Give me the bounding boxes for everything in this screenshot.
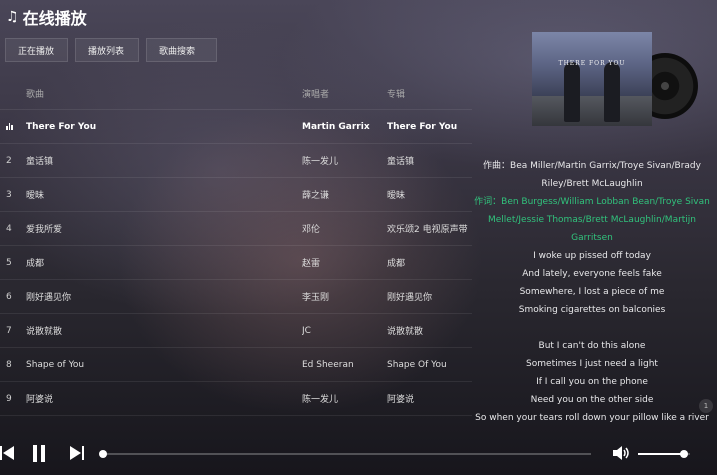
song-title: 童话镇	[26, 157, 54, 167]
album-art-text: THERE FOR YOU	[558, 60, 626, 67]
song-title: There For You	[26, 121, 97, 132]
lyric-line: Somewhere, I lost a piece of me	[519, 287, 665, 297]
row-index: 9	[6, 393, 12, 404]
song-row[interactable]: 5 成都 赵雷 成都	[0, 246, 472, 280]
volume-slider[interactable]	[638, 450, 690, 458]
lyric-line: Sometimes I just need a light	[526, 359, 658, 369]
song-row[interactable]: 6 刚好遇见你 李玉刚 刚好遇见你	[0, 280, 472, 314]
row-index: 3	[6, 189, 12, 200]
skip-next-icon[interactable]	[70, 445, 84, 461]
song-album: 阿婆说	[387, 395, 415, 405]
song-artist: JC	[302, 325, 311, 336]
pause-icon[interactable]	[32, 445, 46, 462]
music-note-icon: ♫	[6, 9, 19, 25]
song-artist: 邓伦	[302, 225, 321, 235]
volume-icon[interactable]	[613, 445, 631, 461]
song-row[interactable]: 7 说散就散 JC 说散就散	[0, 314, 472, 348]
row-index: 7	[6, 325, 12, 336]
player-controls	[0, 440, 717, 468]
album-cover: THERE FOR YOU	[532, 32, 698, 126]
lyric-line: But I can't do this alone	[538, 341, 646, 351]
song-title: 暧昧	[26, 191, 45, 201]
tab-song-search[interactable]: 歌曲搜索	[146, 38, 217, 62]
song-list: 歌曲 演唱者 专辑 There For You Martin Garrix Ther…	[0, 77, 472, 416]
app-title-text: 在线播放	[22, 9, 87, 28]
song-title: 阿婆说	[26, 395, 54, 405]
lyric-line: Need you on the other side	[530, 395, 654, 405]
row-index: 4	[6, 223, 12, 234]
song-album: 成都	[387, 259, 406, 269]
song-title: Shape of You	[26, 359, 85, 370]
lyrics-panel: 作曲：Bea Miller/Martin Garrix/Troye Sivan/…	[470, 157, 714, 427]
progress-bar[interactable]	[99, 450, 591, 458]
lyric-lyricist: 作词：Ben Burgess/William Lobban Bean/Troye…	[474, 197, 710, 243]
song-row[interactable]: 8 Shape of You Ed Sheeran Shape Of You	[0, 348, 472, 382]
lyrics-scroll-badge[interactable]: 1	[699, 399, 713, 413]
lyric-line: If I call you on the phone	[536, 377, 648, 387]
song-title: 爱我所爱	[26, 225, 63, 235]
row-index: 5	[6, 257, 12, 268]
song-artist: 赵雷	[302, 259, 321, 269]
now-playing-icon	[6, 110, 22, 143]
song-row[interactable]: 4 爱我所爱 邓伦 欢乐颂2 电视原声带	[0, 212, 472, 246]
tab-playlist[interactable]: 播放列表	[75, 38, 139, 62]
lyric-composer: 作曲：Bea Miller/Martin Garrix/Troye Sivan/…	[483, 161, 701, 189]
song-artist: Martin Garrix	[302, 121, 370, 132]
song-album: 刚好遇见你	[387, 293, 433, 303]
song-row[interactable]: 2 童话镇 陈一发儿 童话镇	[0, 144, 472, 178]
song-title: 成都	[26, 259, 45, 269]
tab-now-playing[interactable]: 正在播放	[5, 38, 68, 62]
header-song: 歌曲	[26, 89, 45, 100]
song-row[interactable]: There For You Martin Garrix There For You	[0, 110, 472, 144]
skip-previous-icon[interactable]	[0, 445, 14, 461]
song-title: 刚好遇见你	[26, 293, 72, 303]
song-artist: 陈一发儿	[302, 395, 339, 405]
volume-handle[interactable]	[679, 450, 688, 458]
song-artist: Ed Sheeran	[302, 359, 354, 370]
lyric-line: And lately, everyone feels fake	[522, 269, 662, 279]
song-album: 说散就散	[387, 327, 424, 337]
song-artist: 薛之谦	[302, 191, 330, 201]
tab-bar: 正在播放 播放列表 歌曲搜索	[5, 38, 217, 62]
row-index: 2	[6, 155, 12, 166]
song-album: 童话镇	[387, 157, 415, 167]
song-album: 欢乐颂2 电视原声带	[387, 225, 468, 235]
lyric-line: So when your tears roll down your pillow…	[475, 413, 709, 423]
song-title: 说散就散	[26, 327, 63, 337]
song-artist: 陈一发儿	[302, 157, 339, 167]
song-row[interactable]: 3 暧昧 薛之谦 暧昧	[0, 178, 472, 212]
song-album: 暧昧	[387, 191, 406, 201]
song-album: There For You	[387, 121, 458, 132]
lyric-line: I woke up pissed off today	[533, 251, 651, 261]
song-list-header: 歌曲 演唱者 专辑	[0, 77, 472, 110]
lyric-line: Smoking cigarettes on balconies	[518, 305, 666, 315]
header-album: 专辑	[387, 89, 406, 100]
row-index: 6	[6, 291, 12, 302]
progress-handle[interactable]	[99, 450, 107, 458]
header-artist: 演唱者	[302, 89, 330, 100]
song-album: Shape Of You	[387, 359, 447, 370]
album-art: THERE FOR YOU	[532, 32, 652, 126]
song-row[interactable]: 9 阿婆说 陈一发儿 阿婆说	[0, 382, 472, 416]
row-index: 8	[6, 359, 12, 370]
app-title: ♫ 在线播放	[6, 6, 87, 28]
song-artist: 李玉刚	[302, 293, 330, 303]
